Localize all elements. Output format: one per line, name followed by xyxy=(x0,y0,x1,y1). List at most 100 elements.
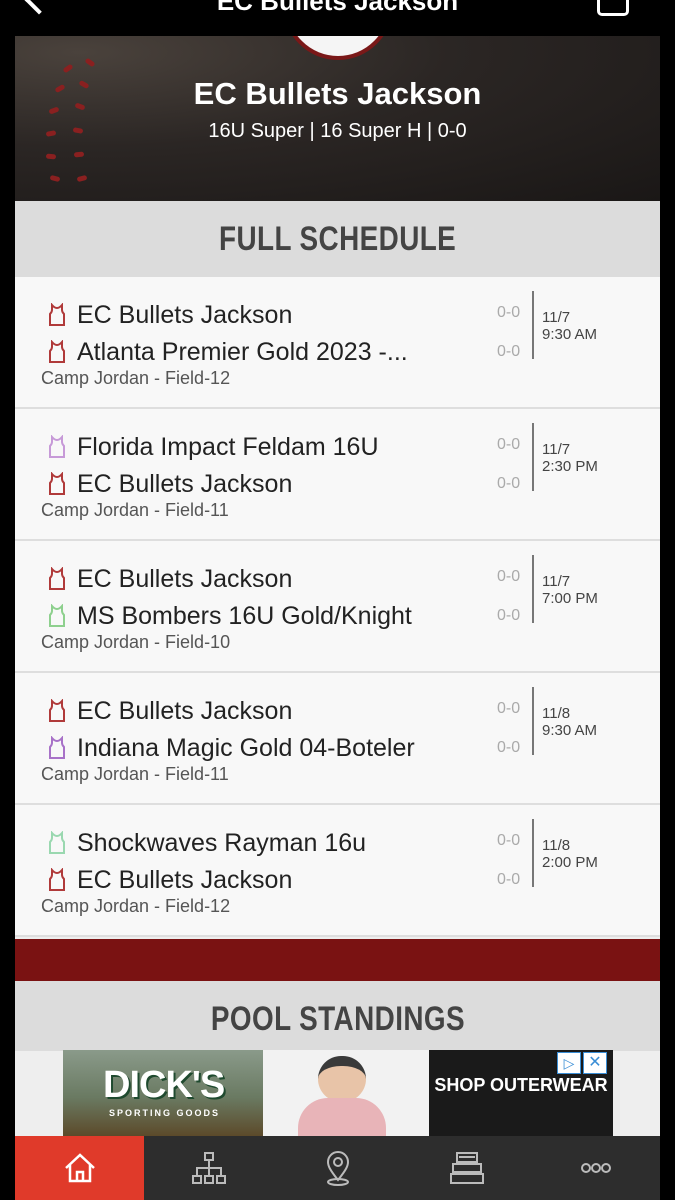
game-row[interactable]: Shockwaves Rayman 16u EC Bullets Jackson C… xyxy=(15,805,660,937)
team1-score: 0-0 xyxy=(497,436,521,453)
away-team: MS Bombers 16U Gold/Knight xyxy=(47,598,412,634)
team1-score: 0-0 xyxy=(497,700,521,717)
tab-location[interactable] xyxy=(273,1136,402,1200)
game-time: 2:30 PM xyxy=(542,458,598,475)
team-hero: EC Bullets Jackson 16U Super | 16 Super … xyxy=(15,36,660,201)
team-name: EC Bullets Jackson xyxy=(77,469,293,498)
bracket-icon xyxy=(191,1152,226,1184)
tab-more[interactable] xyxy=(531,1136,660,1200)
home-icon xyxy=(64,1153,95,1183)
home-team: EC Bullets Jackson xyxy=(47,561,292,597)
ad-brand-panel: DICK'S SPORTING GOODS xyxy=(63,1050,263,1136)
stack-icon xyxy=(449,1152,484,1184)
team2-score: 0-0 xyxy=(497,607,521,624)
location-pin-icon xyxy=(326,1151,349,1186)
game-location: Camp Jordan - Field-12 xyxy=(41,896,231,916)
game-date: 11/7 xyxy=(542,573,571,590)
game-location: Camp Jordan - Field-11 xyxy=(41,764,229,784)
tab-standings[interactable] xyxy=(402,1136,531,1200)
team-logo xyxy=(283,36,393,60)
team-name: EC Bullets Jackson xyxy=(77,300,293,329)
game-row[interactable]: EC Bullets Jackson Indiana Magic Gold 04-… xyxy=(15,673,660,805)
schedule-list: EC Bullets Jackson Atlanta Premier Gold 2… xyxy=(15,277,660,937)
team2-score: 0-0 xyxy=(497,343,521,360)
more-icon xyxy=(580,1163,611,1173)
ad-banner[interactable]: DICK'S SPORTING GOODS SHOP OUTERWEAR ▷ ✕ xyxy=(63,1050,613,1136)
game-row[interactable]: EC Bullets Jackson Atlanta Premier Gold 2… xyxy=(15,277,660,409)
bottom-nav xyxy=(15,1136,660,1200)
team-name: EC Bullets Jackson xyxy=(77,564,293,593)
game-time: 9:30 AM xyxy=(542,722,598,739)
section-divider xyxy=(15,939,660,981)
game-date: 11/8 xyxy=(542,705,571,722)
home-team: EC Bullets Jackson xyxy=(47,693,292,729)
game-time: 7:00 PM xyxy=(542,590,598,607)
tab-bracket[interactable] xyxy=(144,1136,273,1200)
game-datetime: 11/7 9:30 AM xyxy=(542,309,597,343)
team-name: EC Bullets Jackson xyxy=(77,865,293,894)
jersey-icon xyxy=(49,868,65,891)
pool-standings-title: POOL STANDINGS xyxy=(210,1000,465,1038)
game-location: Camp Jordan - Field-12 xyxy=(41,368,231,388)
full-schedule-title: FULL SCHEDULE xyxy=(218,220,457,258)
ad-brand-logo: DICK'S xyxy=(103,1064,225,1106)
team1-score: 0-0 xyxy=(497,568,521,585)
jersey-icon xyxy=(49,340,65,363)
jersey-icon xyxy=(49,435,65,458)
away-team: EC Bullets Jackson xyxy=(47,862,292,898)
home-team: Shockwaves Rayman 16u xyxy=(47,825,366,861)
game-datetime: 11/7 2:30 PM xyxy=(542,441,598,475)
game-date: 11/8 xyxy=(542,837,571,854)
away-team: EC Bullets Jackson xyxy=(47,466,292,502)
team1-score: 0-0 xyxy=(497,832,521,849)
home-team: EC Bullets Jackson xyxy=(47,297,292,333)
team-name: Shockwaves Rayman 16u xyxy=(77,828,367,857)
away-team: Indiana Magic Gold 04-Boteler xyxy=(47,730,415,766)
team-name: MS Bombers 16U Gold/Knight xyxy=(77,601,412,630)
team2-score: 0-0 xyxy=(497,739,521,756)
pool-standings-header[interactable]: POOL STANDINGS xyxy=(15,981,660,1051)
game-row[interactable]: Florida Impact Feldam 16U EC Bullets Jack… xyxy=(15,409,660,541)
divider xyxy=(532,819,534,887)
share-icon[interactable] xyxy=(597,0,629,16)
game-datetime: 11/8 9:30 AM xyxy=(542,705,597,739)
adchoices-icon[interactable]: ▷ xyxy=(557,1052,581,1074)
app-screen: EC Bullets Jackson 16U Super | 16 Super … xyxy=(15,36,660,1200)
jersey-icon xyxy=(49,472,65,495)
game-location: Camp Jordan - Field-10 xyxy=(41,632,231,652)
away-team: Atlanta Premier Gold 2023 -... xyxy=(47,334,408,370)
team-name: EC Bullets Jackson xyxy=(193,76,482,111)
jersey-icon xyxy=(49,736,65,759)
divider xyxy=(532,687,534,755)
game-time: 2:00 PM xyxy=(542,854,598,871)
jersey-icon xyxy=(49,567,65,590)
jersey-icon xyxy=(49,831,65,854)
team-name: Atlanta Premier Gold 2023 -... xyxy=(77,337,408,366)
game-date: 11/7 xyxy=(542,309,571,326)
full-schedule-header: FULL SCHEDULE xyxy=(15,201,660,277)
team-name: Florida Impact Feldam 16U xyxy=(77,432,379,461)
jersey-icon xyxy=(49,699,65,722)
game-time: 9:30 AM xyxy=(542,326,598,343)
top-bar: EC Bullets Jackson xyxy=(0,0,675,36)
tab-home[interactable] xyxy=(15,1136,144,1200)
team2-score: 0-0 xyxy=(497,475,521,492)
ad-brand-subtitle: SPORTING GOODS xyxy=(109,1108,221,1118)
divider xyxy=(532,423,534,491)
close-icon[interactable]: ✕ xyxy=(583,1052,607,1074)
page-title: EC Bullets Jackson xyxy=(216,0,459,16)
team1-score: 0-0 xyxy=(497,304,521,321)
team-name: Indiana Magic Gold 04-Boteler xyxy=(77,733,415,762)
divider xyxy=(532,291,534,359)
jersey-icon xyxy=(49,303,65,326)
team-subtitle: 16U Super | 16 Super H | 0-0 xyxy=(208,120,467,142)
jersey-icon xyxy=(49,604,65,627)
ad-image xyxy=(263,1050,429,1136)
game-datetime: 11/7 7:00 PM xyxy=(542,573,598,607)
game-row[interactable]: EC Bullets Jackson MS Bombers 16U Gold/Kn… xyxy=(15,541,660,673)
game-location: Camp Jordan - Field-11 xyxy=(41,500,229,520)
team2-score: 0-0 xyxy=(497,871,521,888)
ad-cta-text: SHOP OUTERWEAR xyxy=(434,1075,608,1095)
game-date: 11/7 xyxy=(542,441,571,458)
home-team: Florida Impact Feldam 16U xyxy=(47,429,379,465)
